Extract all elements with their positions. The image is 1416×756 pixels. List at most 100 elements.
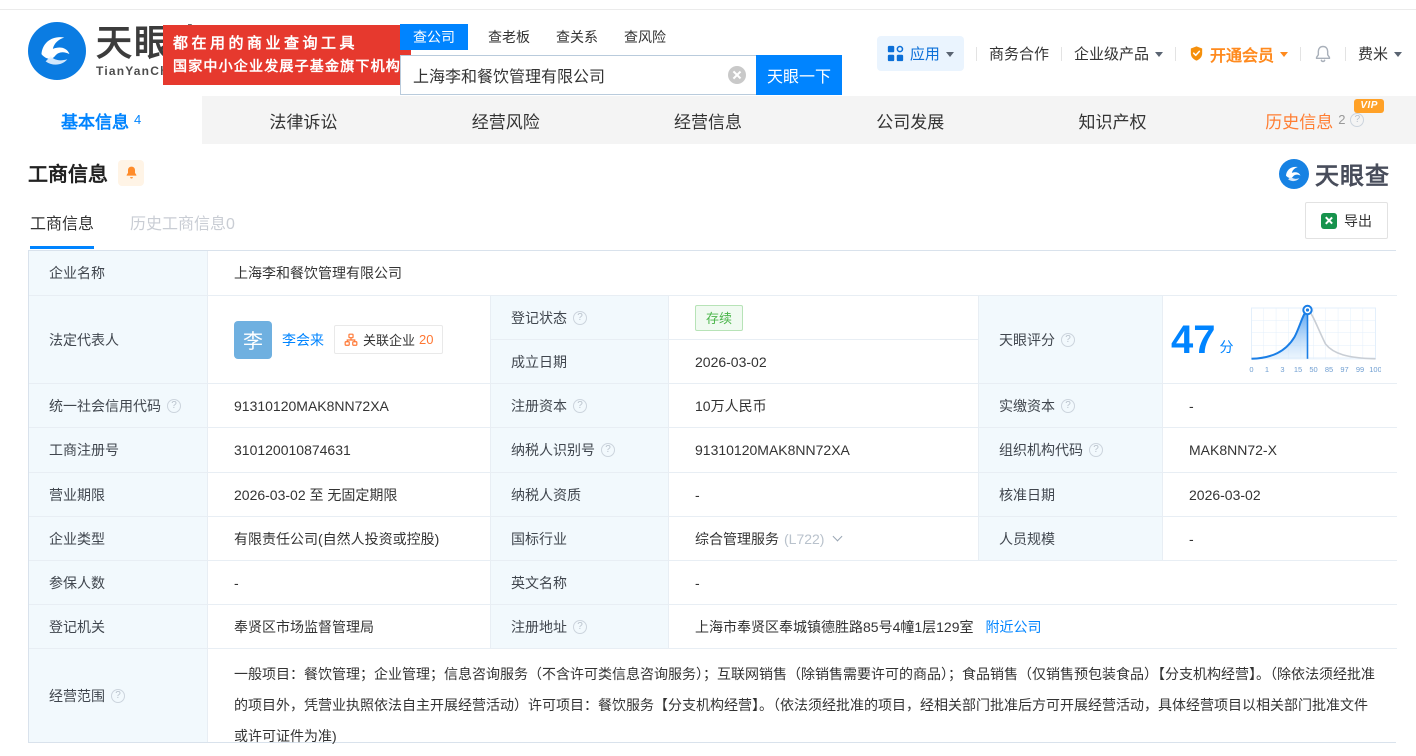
org-chart-icon bbox=[344, 333, 358, 347]
chevron-down-icon[interactable] bbox=[833, 532, 843, 542]
field-label: 英文名称 bbox=[511, 573, 567, 593]
watermark-text: 天眼查 bbox=[1315, 156, 1390, 191]
score-axis-ticks: 0 1 3 15 50 85 97 99 100 bbox=[1249, 365, 1381, 374]
credit-code-value-cell: 91310120MAK8NN72XA bbox=[208, 384, 491, 428]
help-icon[interactable] bbox=[167, 399, 181, 413]
business-term: 2026-03-02 至 无固定期限 bbox=[234, 485, 397, 505]
taxpayer-id-label-cell: 纳税人识别号 bbox=[491, 428, 669, 473]
establish-date-label-cell: 成立日期 bbox=[491, 340, 669, 384]
related-company-label: 关联企业 bbox=[363, 330, 415, 349]
search-button[interactable]: 天眼一下 bbox=[756, 55, 842, 95]
field-label: 登记机关 bbox=[49, 617, 105, 637]
approval-date: 2026-03-02 bbox=[1189, 487, 1261, 503]
divider bbox=[1175, 47, 1176, 61]
tab-basic-info[interactable]: 基本信息 4 bbox=[0, 96, 202, 144]
field-label: 组织机构代码 bbox=[999, 440, 1083, 460]
industry-label-cell: 国标行业 bbox=[491, 517, 669, 561]
open-vip-menu[interactable]: 开通会员 bbox=[1188, 42, 1288, 66]
help-icon[interactable] bbox=[601, 443, 615, 457]
export-label: 导出 bbox=[1344, 211, 1372, 231]
company-name-value-cell: 上海李和餐饮管理有限公司 bbox=[208, 251, 1397, 296]
apps-menu[interactable]: 应用 bbox=[877, 36, 964, 71]
staff-size-label-cell: 人员规模 bbox=[979, 517, 1163, 561]
bell-icon bbox=[124, 165, 139, 180]
help-icon[interactable] bbox=[573, 399, 587, 413]
business-cooperation-link[interactable]: 商务合作 bbox=[989, 43, 1049, 64]
svg-text:100: 100 bbox=[1369, 365, 1381, 374]
section-title: 工商信息 bbox=[28, 158, 108, 187]
field-label: 注册资本 bbox=[511, 396, 567, 416]
svg-text:99: 99 bbox=[1355, 365, 1363, 374]
paid-capital: - bbox=[1189, 398, 1194, 414]
svg-text:85: 85 bbox=[1324, 365, 1332, 374]
help-icon[interactable] bbox=[1061, 399, 1075, 413]
field-label: 人员规模 bbox=[999, 529, 1055, 549]
field-label: 纳税人识别号 bbox=[511, 440, 595, 460]
subtab-history-business-info[interactable]: 历史工商信息0 bbox=[130, 210, 235, 234]
company-nav-tabs: 基本信息 4 法律诉讼 经营风险 经营信息 公司发展 知识产权 VIP 历史信息… bbox=[0, 96, 1416, 144]
business-scope-text: 一般项目：餐饮管理；企业管理；信息咨询服务（不含许可类信息咨询服务）；互联网销售… bbox=[234, 666, 1375, 744]
enterprise-product-menu[interactable]: 企业级产品 bbox=[1074, 43, 1163, 64]
export-button[interactable]: 导出 bbox=[1305, 202, 1388, 239]
reg-address-label-cell: 注册地址 bbox=[491, 605, 669, 649]
chevron-down-icon bbox=[1280, 52, 1288, 57]
legal-rep-avatar[interactable]: 李 bbox=[234, 321, 272, 359]
tianyancha-logo-icon bbox=[28, 22, 86, 80]
search-tabs: 查公司 查老板 查关系 查风险 bbox=[400, 23, 842, 50]
help-icon[interactable] bbox=[1089, 443, 1103, 457]
field-label: 统一社会信用代码 bbox=[49, 396, 161, 416]
paid-capital-value-cell: - bbox=[1163, 384, 1397, 428]
tianyancha-company-page: 天眼查 TianYanCha.com 都在用的商业查询工具 国家中小企业发展子基… bbox=[0, 0, 1416, 756]
nearby-company-link[interactable]: 附近公司 bbox=[986, 617, 1042, 637]
company-name: 上海李和餐饮管理有限公司 bbox=[234, 263, 402, 283]
help-icon[interactable] bbox=[1350, 113, 1364, 127]
search-tab-company[interactable]: 查公司 bbox=[400, 24, 468, 50]
field-label: 法定代表人 bbox=[49, 330, 119, 350]
related-company-badge[interactable]: 关联企业 20 bbox=[334, 325, 443, 354]
svg-text:3: 3 bbox=[1280, 365, 1284, 374]
search-tab-risk[interactable]: 查风险 bbox=[624, 27, 666, 47]
credit-code-label-cell: 统一社会信用代码 bbox=[29, 384, 208, 428]
help-icon[interactable] bbox=[1061, 333, 1075, 347]
taxpayer-quality: - bbox=[695, 487, 700, 503]
search-tab-relation[interactable]: 查关系 bbox=[556, 27, 598, 47]
search-tab-boss[interactable]: 查老板 bbox=[488, 27, 530, 47]
tab-company-development[interactable]: 公司发展 bbox=[809, 96, 1011, 144]
help-icon[interactable] bbox=[573, 620, 587, 634]
company-type-value-cell: 有限责任公司(自然人投资或控股) bbox=[208, 517, 491, 561]
legal-rep-name-link[interactable]: 李会来 bbox=[282, 330, 324, 350]
establish-date-value-cell: 2026-03-02 bbox=[669, 340, 979, 384]
subtab-business-info[interactable]: 工商信息 bbox=[30, 210, 94, 249]
reg-capital: 10万人民币 bbox=[695, 396, 767, 416]
industry-value-cell[interactable]: 综合管理服务 (L722) bbox=[669, 517, 979, 561]
tab-label: 历史信息 bbox=[1265, 108, 1333, 133]
field-label: 企业类型 bbox=[49, 529, 105, 549]
svg-text:1: 1 bbox=[1264, 365, 1268, 374]
tab-label: 基本信息 bbox=[61, 108, 129, 133]
approval-date-value-cell: 2026-03-02 bbox=[1163, 473, 1397, 517]
reg-authority-label-cell: 登记机关 bbox=[29, 605, 208, 649]
tab-operation-info[interactable]: 经营信息 bbox=[607, 96, 809, 144]
search-input[interactable] bbox=[400, 55, 756, 95]
divider bbox=[976, 47, 977, 61]
monitor-bell-button[interactable] bbox=[118, 160, 144, 186]
help-icon[interactable] bbox=[573, 311, 587, 325]
clear-search-icon[interactable] bbox=[728, 66, 746, 84]
user-menu[interactable]: 费米 bbox=[1358, 43, 1402, 64]
vip-shield-icon bbox=[1188, 45, 1205, 62]
tab-history-info[interactable]: VIP 历史信息 2 bbox=[1214, 96, 1416, 144]
field-label: 国标行业 bbox=[511, 529, 567, 549]
english-name-label-cell: 英文名称 bbox=[491, 561, 669, 605]
notification-bell-icon[interactable] bbox=[1313, 44, 1333, 64]
tab-intellectual-property[interactable]: 知识产权 bbox=[1011, 96, 1213, 144]
tab-label: 法律诉讼 bbox=[269, 108, 337, 133]
help-icon[interactable] bbox=[111, 689, 125, 703]
username: 费米 bbox=[1358, 43, 1388, 64]
tab-operation-risk[interactable]: 经营风险 bbox=[405, 96, 607, 144]
reg-authority: 奉贤区市场监督管理局 bbox=[234, 617, 374, 637]
legal-rep-label-cell: 法定代表人 bbox=[29, 296, 208, 384]
tab-legal-proceedings[interactable]: 法律诉讼 bbox=[202, 96, 404, 144]
divider bbox=[1300, 47, 1301, 61]
tab-label: 知识产权 bbox=[1079, 108, 1147, 133]
reg-status-value-cell: 存续 bbox=[669, 296, 979, 340]
